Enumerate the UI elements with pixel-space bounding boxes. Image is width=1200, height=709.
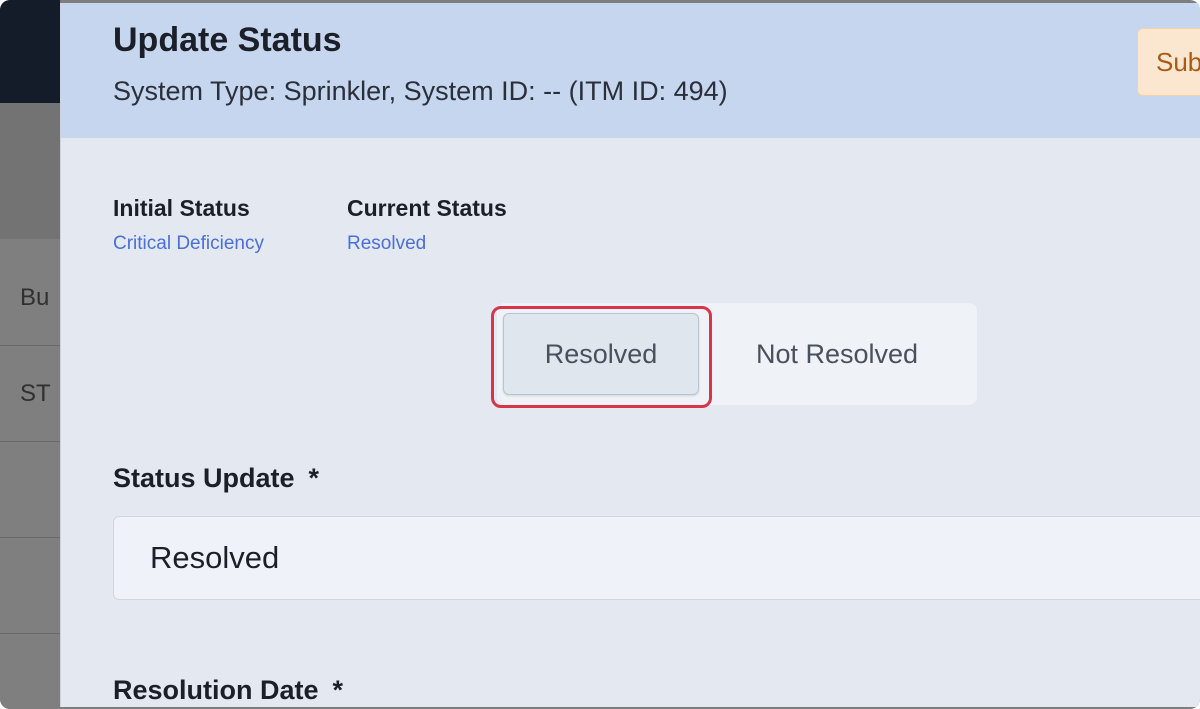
background-row-text: ST xyxy=(20,379,51,407)
status-update-select[interactable]: Resolved xyxy=(113,516,1200,600)
status-update-label-text: Status Update xyxy=(113,463,295,493)
initial-status-label: Initial Status xyxy=(113,195,250,221)
background-row: ST xyxy=(0,346,60,442)
current-status: Current Status Resolved xyxy=(347,195,507,255)
required-asterisk: * xyxy=(308,463,320,493)
status-update-value: Resolved xyxy=(150,540,280,575)
background-row: Bu xyxy=(0,250,60,346)
background-table: Bu ST xyxy=(0,239,60,709)
background-table-header xyxy=(0,103,60,239)
modal-subtitle: System Type: Sprinkler, System ID: -- (I… xyxy=(113,76,728,106)
background-topbar xyxy=(0,0,60,103)
submit-button[interactable]: Sub xyxy=(1137,28,1200,96)
initial-status-value: Critical Deficiency xyxy=(113,233,264,254)
initial-status: Initial Status Critical Deficiency xyxy=(113,195,264,255)
not-resolved-toggle-button[interactable]: Not Resolved xyxy=(727,313,947,395)
required-asterisk: * xyxy=(332,675,344,705)
current-status-value: Resolved xyxy=(347,233,427,254)
update-status-modal: Update Status System Type: Sprinkler, Sy… xyxy=(60,3,1200,707)
status-update-label: Status Update * xyxy=(113,463,319,494)
background-row xyxy=(0,538,60,634)
background-row-text: Bu xyxy=(20,283,50,311)
modal-header: Update Status System Type: Sprinkler, Sy… xyxy=(61,3,1200,138)
current-status-label: Current Status xyxy=(347,195,507,221)
resolution-date-label: Resolution Date * xyxy=(113,675,343,706)
modal-title: Update Status xyxy=(113,21,342,59)
screen-frame: Bu ST Update Status System Type: Sprinkl… xyxy=(0,0,1200,709)
resolution-toggle-group: Resolved Not Resolved xyxy=(497,303,977,405)
resolution-date-label-text: Resolution Date xyxy=(113,675,319,705)
resolved-toggle-button[interactable]: Resolved xyxy=(503,313,699,395)
submit-button-label: Sub xyxy=(1156,46,1200,77)
background-row xyxy=(0,442,60,538)
